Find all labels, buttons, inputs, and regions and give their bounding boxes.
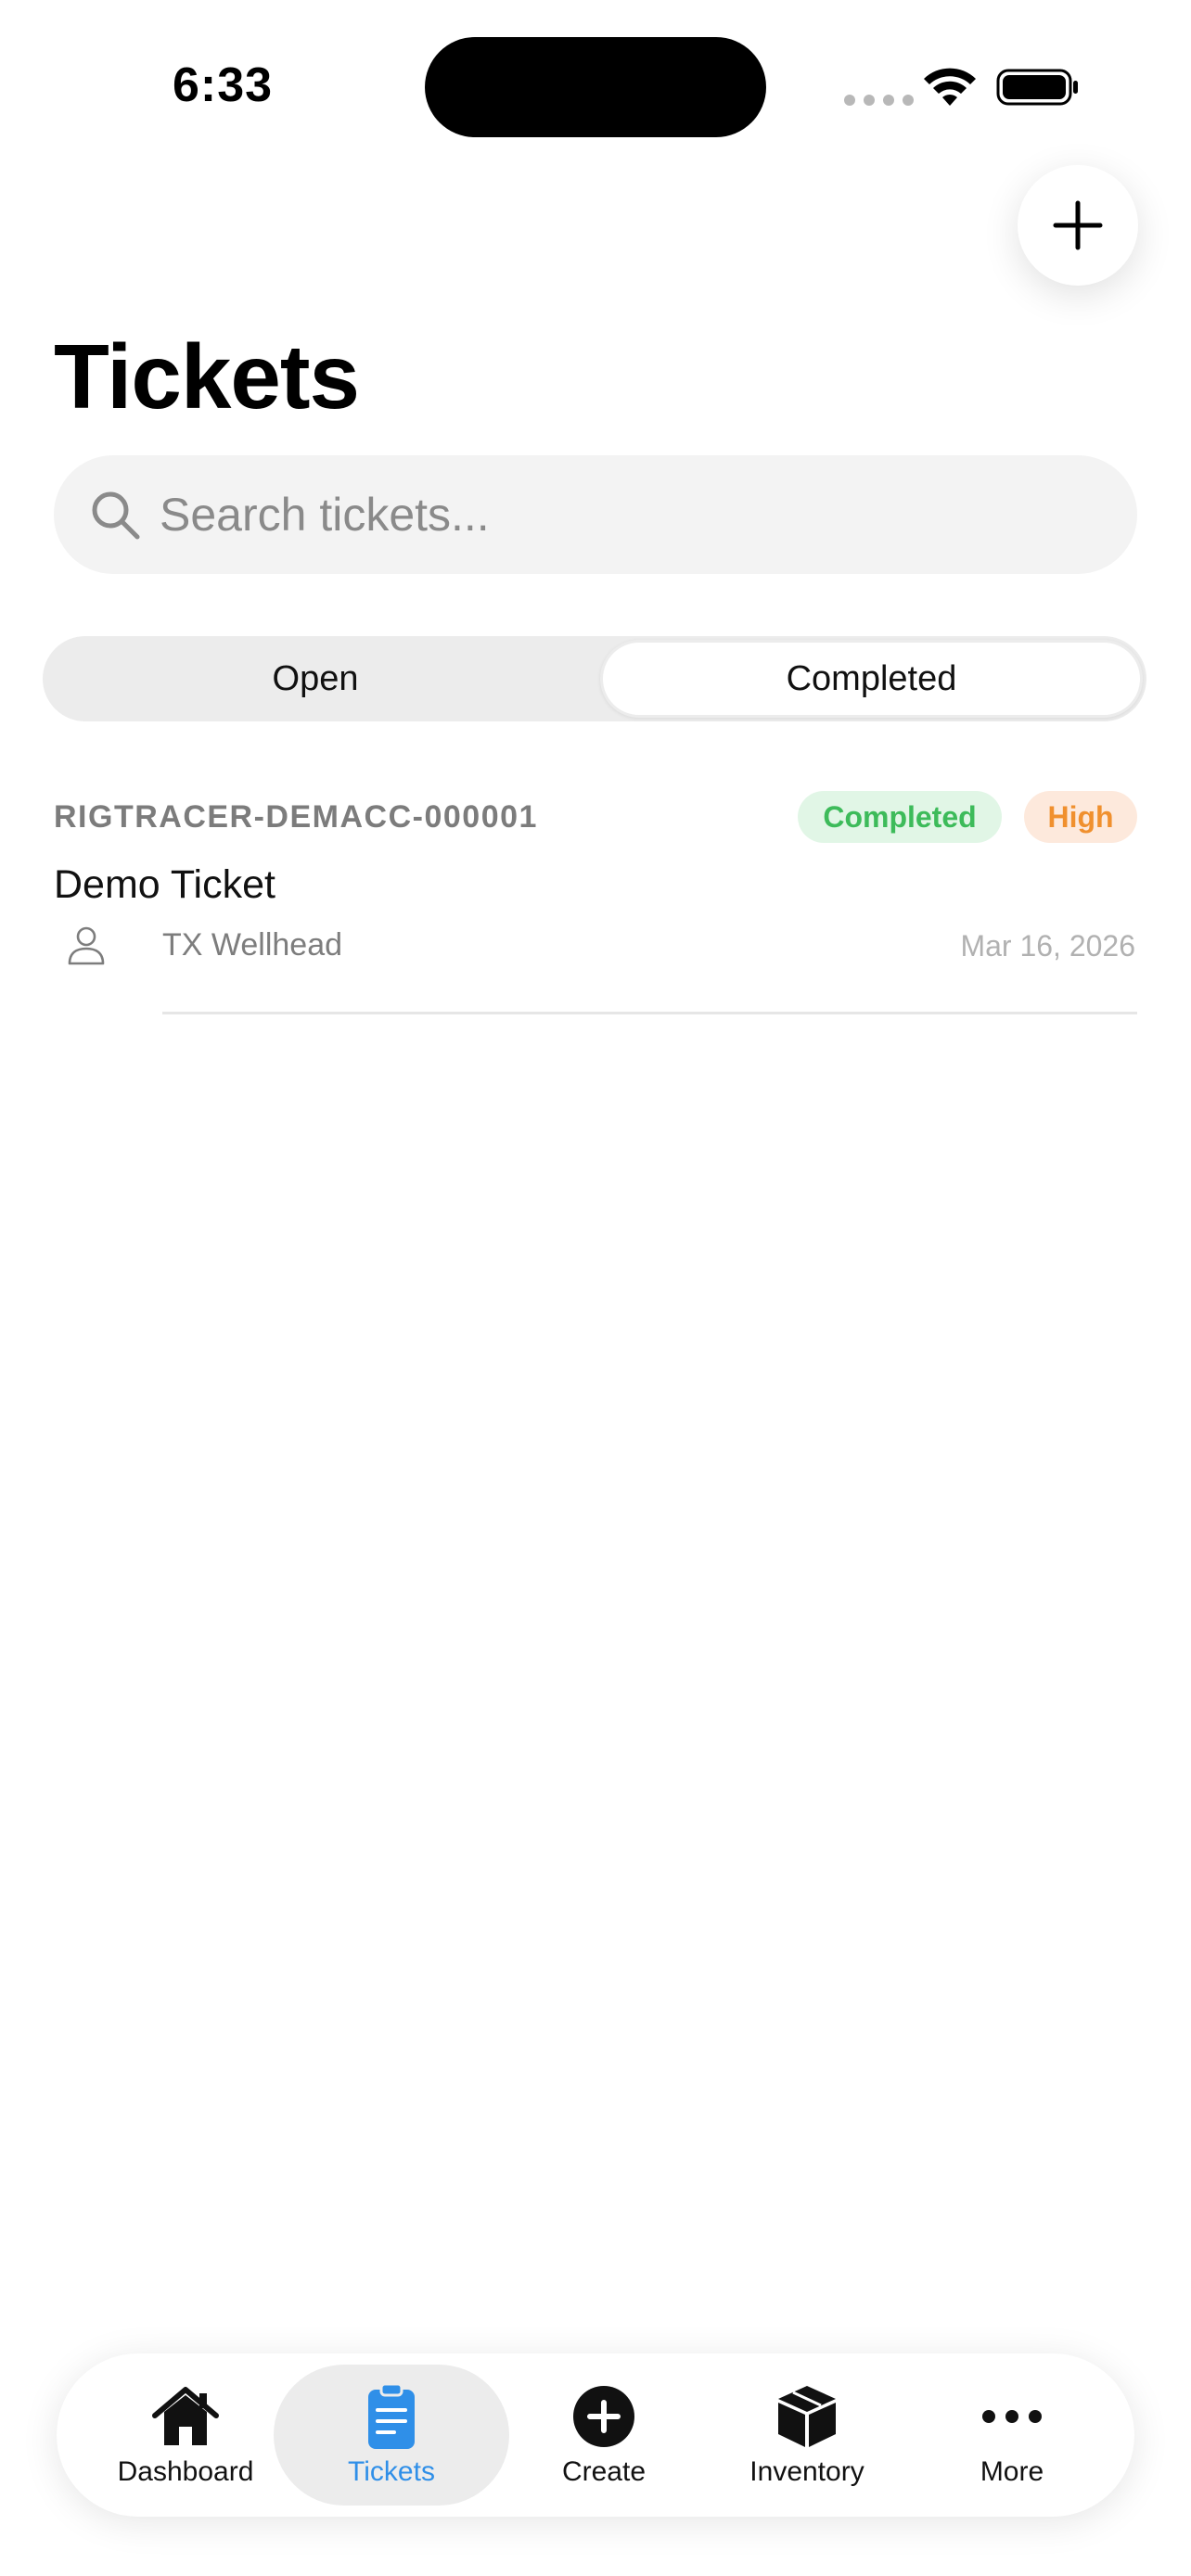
clipboard-icon (368, 2382, 415, 2449)
dynamic-island (425, 37, 766, 137)
tickets-screen: 6:33 Tickets Open Completed RIGTRACER-DE… (0, 0, 1191, 2576)
plus-circle-icon (573, 2386, 634, 2447)
tab-more[interactable]: More (910, 2353, 1114, 2517)
ticket-date: Mar 16, 2026 (960, 929, 1135, 963)
segment-open[interactable]: Open (46, 640, 584, 718)
tab-dashboard[interactable]: Dashboard (83, 2353, 288, 2517)
cellular-signal-icon (844, 95, 914, 106)
priority-badge: High (1024, 791, 1137, 843)
tab-label: More (980, 2456, 1044, 2487)
box-icon (778, 2386, 836, 2447)
tab-label: Create (561, 2456, 647, 2487)
ticket-title: Demo Ticket (54, 862, 275, 907)
search-input[interactable] (160, 455, 1106, 574)
search-icon (92, 491, 140, 540)
battery-icon (996, 69, 1078, 106)
segment-completed[interactable]: Completed (600, 640, 1143, 718)
tab-label: Inventory (749, 2456, 864, 2487)
row-divider (162, 1012, 1137, 1014)
status-segmented-control: Open Completed (43, 636, 1146, 721)
tab-bar: Dashboard Tickets Create Inventory More (57, 2353, 1134, 2517)
tab-label: Dashboard (117, 2456, 254, 2487)
person-icon (68, 926, 105, 965)
search-bar[interactable] (54, 455, 1137, 574)
ticket-id: RIGTRACER-DEMACC-000001 (54, 799, 538, 835)
house-icon (152, 2387, 219, 2445)
tab-label: Tickets (348, 2456, 435, 2487)
wifi-icon (924, 68, 976, 106)
tab-create[interactable]: Create (502, 2353, 706, 2517)
ellipsis-icon (982, 2410, 1042, 2423)
tab-tickets[interactable]: Tickets (274, 2353, 509, 2517)
ticket-location: TX Wellhead (162, 927, 343, 963)
status-time: 6:33 (173, 58, 274, 112)
status-badge: Completed (798, 791, 1002, 843)
add-ticket-button[interactable] (1018, 165, 1138, 286)
tab-inventory[interactable]: Inventory (705, 2353, 909, 2517)
plus-icon (1053, 200, 1103, 250)
page-title: Tickets (54, 325, 360, 427)
